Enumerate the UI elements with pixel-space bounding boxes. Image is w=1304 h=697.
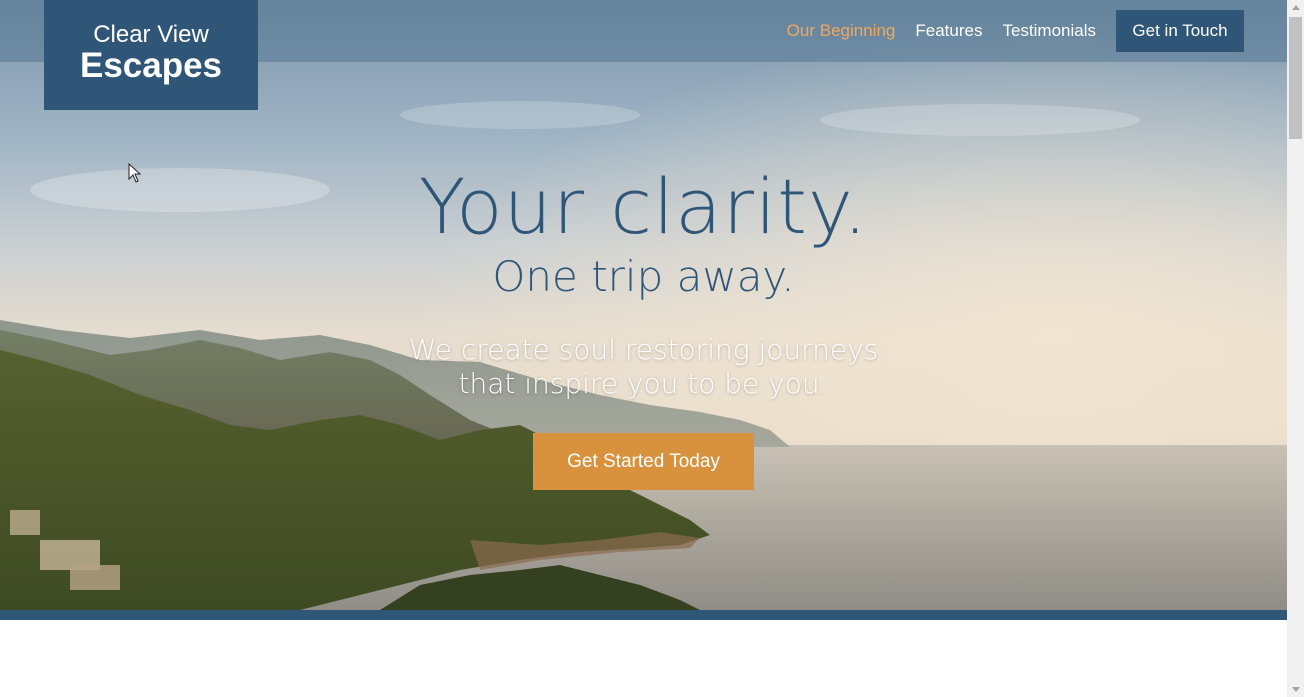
- hero-tagline: We create soul restoring journeys that i…: [0, 333, 1287, 401]
- main-navigation: Our Beginning Features Testimonials Get …: [767, 0, 1244, 62]
- nav-link-features[interactable]: Features: [915, 21, 982, 41]
- scroll-up-arrow-icon[interactable]: [1292, 5, 1300, 10]
- logo-line-bottom: Escapes: [79, 46, 223, 85]
- hero-tagline-line-2: that inspire you to be you.: [458, 367, 829, 400]
- hero-title: Your clarity.: [418, 162, 869, 251]
- nav-link-testimonials[interactable]: Testimonials: [1002, 21, 1096, 41]
- mouse-cursor-icon: [128, 163, 142, 183]
- hero-section: Clear View Escapes Our Beginning Feature…: [0, 0, 1287, 610]
- get-started-button[interactable]: Get Started Today: [533, 433, 754, 490]
- site-logo[interactable]: Clear View Escapes: [44, 0, 258, 110]
- hero-bottom-divider: [0, 610, 1287, 620]
- scroll-down-arrow-icon[interactable]: [1292, 687, 1300, 692]
- vertical-scrollbar[interactable]: [1287, 0, 1304, 697]
- hero-tagline-line-1: We create soul restoring journeys: [408, 333, 879, 366]
- hero-subtitle: One trip away.: [492, 252, 795, 301]
- page-viewport: Clear View Escapes Our Beginning Feature…: [0, 0, 1287, 697]
- scrollbar-thumb[interactable]: [1289, 17, 1302, 139]
- logo-line-top: Clear View: [93, 21, 209, 48]
- nav-link-our-beginning[interactable]: Our Beginning: [787, 21, 896, 41]
- get-in-touch-button[interactable]: Get in Touch: [1116, 10, 1244, 52]
